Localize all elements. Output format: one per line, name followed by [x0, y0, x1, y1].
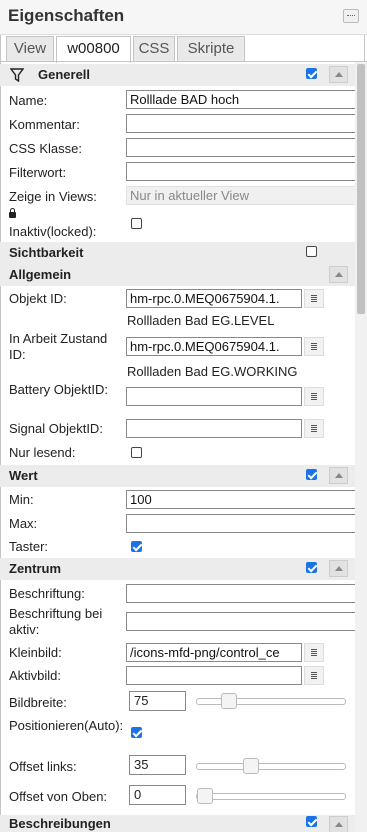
nur-lesend-checkbox[interactable] [131, 447, 142, 458]
section-zentrum[interactable]: Zentrum [0, 558, 355, 580]
min-label: Min: [9, 492, 34, 507]
offset-links-input[interactable]: 35 [129, 755, 186, 775]
section-sichtbarkeit[interactable]: Sichtbarkeit [0, 242, 355, 264]
generell-toggle-checkbox[interactable] [306, 68, 317, 79]
name-input[interactable]: Rolllade BAD hoch [126, 90, 358, 109]
signal-select-icon[interactable] [304, 419, 324, 438]
tab-divider [0, 61, 367, 62]
kleinbild-label: Kleinbild: [9, 645, 62, 660]
taster-label: Taster: [9, 539, 49, 554]
lock-icon [9, 206, 16, 222]
name-label: Name: [9, 93, 48, 108]
inaktiv-checkbox[interactable] [131, 218, 142, 229]
collapse-icon[interactable] [329, 266, 348, 283]
max-label: Max: [9, 516, 38, 531]
tab-view[interactable]: View [6, 36, 54, 61]
tab-skripte[interactable]: Skripte [177, 36, 245, 61]
wert-toggle-checkbox[interactable] [306, 469, 317, 480]
scrollbar-thumb[interactable] [357, 64, 365, 314]
kommentar-label: Kommentar: [9, 117, 80, 132]
bildbreite-slider-handle[interactable] [221, 693, 237, 709]
zeige-in-views-label: Zeige in Views: [9, 189, 97, 204]
battery-select-icon[interactable] [304, 387, 324, 406]
section-sichtbarkeit-label: Sichtbarkeit [9, 245, 84, 260]
css-klasse-label: CSS Klasse: [9, 141, 82, 156]
section-allgemein[interactable]: Allgemein [0, 264, 355, 286]
section-wert-label: Wert [9, 468, 38, 483]
positionieren-checkbox[interactable] [131, 727, 142, 738]
battery-input[interactable] [126, 387, 302, 406]
objekt-id-input[interactable]: hm-rpc.0.MEQ0675904.1. [126, 289, 302, 308]
objekt-id-label: Objekt ID: [9, 291, 67, 306]
max-input[interactable] [126, 514, 358, 533]
section-beschreibungen-label: Beschreibungen [9, 816, 111, 831]
offset-oben-slider-handle[interactable] [197, 788, 213, 804]
bildbreite-label: Bildbreite: [9, 695, 67, 710]
collapse-icon[interactable] [329, 816, 348, 832]
offset-links-slider-handle[interactable] [243, 758, 259, 774]
tab-css[interactable]: CSS [133, 36, 175, 61]
filterwort-label: Filterwort: [9, 165, 67, 180]
kommentar-input[interactable] [126, 114, 358, 133]
section-beschreibungen[interactable]: Beschreibungen [0, 815, 355, 832]
panel-scrollbar[interactable] [355, 62, 367, 832]
section-generell[interactable]: Generell [0, 64, 355, 86]
sichtbarkeit-checkbox[interactable] [306, 246, 317, 257]
offset-links-label: Offset links: [9, 759, 77, 774]
collapse-icon[interactable] [329, 467, 348, 484]
beschriftung-label: Beschriftung: [9, 586, 85, 601]
kleinbild-input[interactable]: /icons-mfd-png/control_ce [126, 643, 302, 662]
beschreibungen-toggle-checkbox[interactable] [306, 816, 317, 827]
arbeit-zustand-label: In Arbeit Zustand ID: [9, 331, 108, 362]
objekt-id-select-icon[interactable] [304, 289, 324, 308]
minimize-icon[interactable] [343, 9, 359, 23]
aktivbild-input[interactable] [126, 666, 302, 685]
section-allgemein-label: Allgemein [9, 267, 72, 282]
bildbreite-input[interactable]: 75 [129, 691, 186, 711]
arbeit-zustand-name: Rollladen Bad EG.WORKING [127, 364, 298, 379]
bildbreite-slider[interactable] [196, 693, 346, 709]
beschriftung-aktiv-label: Beschriftung bei aktiv: [9, 606, 103, 637]
arbeit-zustand-select-icon[interactable] [304, 337, 324, 356]
filter-icon [10, 68, 24, 82]
offset-links-slider[interactable] [196, 758, 346, 774]
css-klasse-input[interactable] [126, 138, 358, 157]
section-generell-label: Generell [38, 67, 91, 82]
filterwort-input[interactable] [126, 162, 358, 181]
zeige-in-views-select[interactable]: Nur in aktueller View [126, 186, 358, 205]
beschriftung-input[interactable] [126, 584, 358, 603]
collapse-icon[interactable] [329, 66, 348, 83]
signal-label: Signal ObjektID: [9, 421, 103, 436]
battery-label: Battery ObjektID: [9, 382, 108, 397]
offset-oben-input[interactable]: 0 [129, 785, 186, 805]
taster-checkbox[interactable] [131, 541, 142, 552]
min-input[interactable]: 100 [126, 490, 358, 509]
beschriftung-aktiv-input[interactable] [126, 612, 358, 631]
nur-lesend-label: Nur lesend: [9, 445, 76, 460]
zentrum-toggle-checkbox[interactable] [306, 562, 317, 573]
aktivbild-label: Aktivbild: [9, 668, 62, 683]
collapse-icon[interactable] [329, 560, 348, 577]
tab-w00800[interactable]: w00800 [56, 36, 131, 63]
arbeit-zustand-input[interactable]: hm-rpc.0.MEQ0675904.1. [126, 337, 302, 356]
section-zentrum-label: Zentrum [9, 561, 61, 576]
section-wert[interactable]: Wert [0, 465, 355, 487]
inaktiv-label: Inaktiv(locked): [9, 224, 97, 239]
objekt-id-name: Rollladen Bad EG.LEVEL [127, 313, 275, 328]
signal-input[interactable] [126, 419, 302, 438]
panel-title: Eigenschaften [8, 6, 125, 25]
offset-oben-label: Offset von Oben: [9, 789, 108, 804]
positionieren-label: Positionieren(Auto): [9, 718, 124, 733]
panel-titlebar: Eigenschaften [0, 0, 367, 35]
kleinbild-select-icon[interactable] [304, 643, 324, 662]
offset-oben-slider[interactable] [196, 788, 346, 804]
aktivbild-select-icon[interactable] [304, 666, 324, 685]
